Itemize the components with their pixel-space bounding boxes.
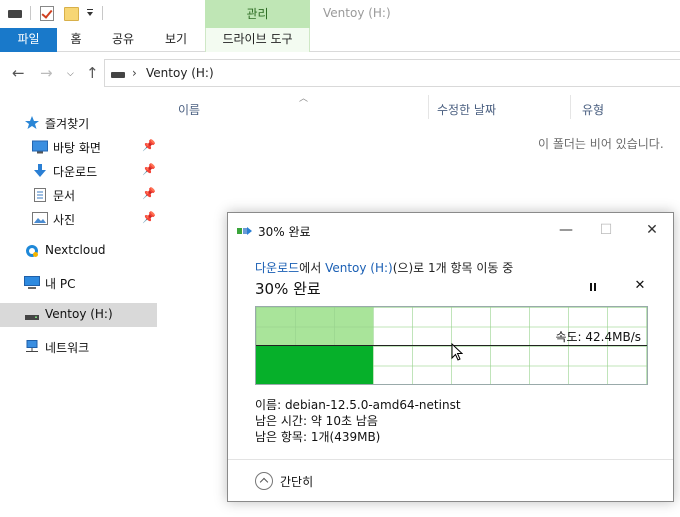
- computer-icon: [24, 276, 40, 290]
- move-files-icon: [237, 225, 253, 235]
- operation-description: 다운로드에서 Ventoy (H:)(으)로 1개 항목 이동 중: [255, 259, 513, 276]
- desktop-icon: [32, 140, 48, 154]
- time-remaining-line: 남은 시간: 약 10초 남음: [255, 414, 378, 428]
- tab-file[interactable]: 파일: [0, 28, 57, 52]
- speed-history-bar: [256, 346, 374, 384]
- sidebar-item-label: 문서: [53, 189, 76, 203]
- sidebar-item-ventoy-drive[interactable]: Ventoy (H:): [0, 303, 157, 327]
- sidebar-item-label: 사진: [53, 213, 76, 227]
- column-divider[interactable]: [570, 95, 571, 119]
- navigation-pane: 즐겨찾기 바탕 화면 📌 다운로드 📌 문서 📌 사진 📌 Nextcloud: [0, 95, 157, 517]
- network-icon: [24, 340, 40, 354]
- sidebar-item-pictures[interactable]: 사진 📌: [0, 207, 157, 231]
- sidebar-item-quick-access[interactable]: 즐겨찾기: [0, 111, 157, 135]
- title-bar: 관리 Ventoy (H:): [0, 0, 680, 28]
- fewer-details-button[interactable]: 간단히: [280, 473, 313, 490]
- window-title: Ventoy (H:): [323, 6, 391, 20]
- pin-icon[interactable]: 📌: [142, 140, 156, 152]
- ribbon-tabs: 파일 홈 공유 보기 드라이브 도구: [0, 28, 680, 52]
- mouse-cursor-icon: [451, 342, 464, 361]
- dialog-title-bar[interactable]: 30% 완료 — ☐ ✕: [228, 213, 673, 247]
- sidebar-item-label: 내 PC: [45, 277, 76, 291]
- column-header-name[interactable]: 이름: [178, 101, 200, 118]
- address-bar[interactable]: › Ventoy (H:): [104, 59, 680, 87]
- picture-icon: [32, 212, 48, 226]
- column-divider[interactable]: [428, 95, 429, 119]
- cancel-icon[interactable]: ✕: [633, 279, 647, 293]
- download-arrow-icon: [32, 164, 48, 178]
- breadcrumb-chevron-icon[interactable]: ›: [132, 66, 137, 80]
- drive-icon: [24, 308, 40, 322]
- customize-quick-access-icon[interactable]: [86, 9, 94, 17]
- document-icon: [33, 188, 49, 202]
- tab-share[interactable]: 공유: [106, 28, 140, 52]
- source-folder-link[interactable]: 다운로드: [255, 261, 299, 275]
- maximize-icon[interactable]: ☐: [596, 221, 616, 239]
- nextcloud-icon: [24, 244, 40, 258]
- collapse-chevron-icon[interactable]: [255, 472, 273, 490]
- sidebar-item-desktop[interactable]: 바탕 화면 📌: [0, 135, 157, 159]
- properties-icon[interactable]: [40, 6, 54, 21]
- toolbar-divider: [102, 6, 103, 20]
- pin-icon[interactable]: 📌: [142, 164, 156, 176]
- back-arrow-icon[interactable]: ←: [12, 65, 25, 81]
- tab-home[interactable]: 홈: [62, 28, 90, 52]
- column-header-date-modified[interactable]: 수정한 날짜: [437, 101, 496, 118]
- empty-folder-message: 이 폴더는 비어 있습니다.: [538, 137, 664, 151]
- new-folder-icon[interactable]: [64, 7, 79, 21]
- sidebar-item-nextcloud[interactable]: Nextcloud: [0, 239, 157, 263]
- drive-icon: [111, 72, 125, 78]
- toolbar-divider: [30, 6, 31, 20]
- sidebar-item-label: 다운로드: [53, 165, 98, 179]
- progress-percent-label: 30% 완료: [255, 280, 321, 298]
- sidebar-item-this-pc[interactable]: 내 PC: [0, 271, 157, 295]
- sort-ascending-icon: ︿: [299, 94, 309, 104]
- tab-view[interactable]: 보기: [158, 28, 194, 52]
- destination-link[interactable]: Ventoy (H:): [325, 261, 393, 275]
- sidebar-item-label: 바탕 화면: [53, 141, 101, 155]
- minimize-icon[interactable]: —: [556, 221, 576, 239]
- dialog-title: 30% 완료: [258, 225, 311, 239]
- up-arrow-icon[interactable]: ↑: [86, 65, 99, 81]
- items-remaining-line: 남은 항목: 1개(439MB): [255, 430, 381, 444]
- source-suffix: 에서: [299, 261, 326, 275]
- sidebar-item-documents[interactable]: 문서 📌: [0, 183, 157, 207]
- pause-icon[interactable]: [586, 281, 600, 295]
- pin-icon[interactable]: 📌: [142, 212, 156, 224]
- sidebar-item-network[interactable]: 네트워크: [0, 335, 157, 359]
- close-icon[interactable]: ✕: [642, 221, 662, 239]
- breadcrumb-drive[interactable]: Ventoy (H:): [146, 66, 214, 80]
- sidebar-item-label: 네트워크: [45, 341, 90, 355]
- context-tab-group-label: 관리: [205, 0, 310, 28]
- file-operation-dialog: 30% 완료 — ☐ ✕ 다운로드에서 Ventoy (H:)(으)로 1개 항…: [227, 212, 674, 502]
- tab-drive-tools[interactable]: 드라이브 도구: [205, 28, 310, 52]
- star-icon: [24, 116, 40, 130]
- recent-locations-chevron-icon[interactable]: ⌵: [67, 66, 74, 82]
- speed-label: 속도: 42.4MB/s: [555, 330, 641, 344]
- sidebar-item-label: Ventoy (H:): [45, 307, 113, 321]
- pin-icon[interactable]: 📌: [142, 188, 156, 200]
- drive-icon: [8, 10, 22, 18]
- sidebar-item-label: Nextcloud: [45, 243, 106, 257]
- forward-arrow-icon[interactable]: →: [40, 65, 53, 81]
- destination-suffix: (으)로 1개 항목 이동 중: [392, 261, 514, 275]
- sidebar-item-label: 즐겨찾기: [45, 117, 90, 131]
- file-name-line: 이름: debian-12.5.0-amd64-netinst: [255, 398, 461, 412]
- sidebar-item-downloads[interactable]: 다운로드 📌: [0, 159, 157, 183]
- column-header-type[interactable]: 유형: [582, 101, 604, 118]
- dialog-footer: 간단히: [228, 459, 673, 501]
